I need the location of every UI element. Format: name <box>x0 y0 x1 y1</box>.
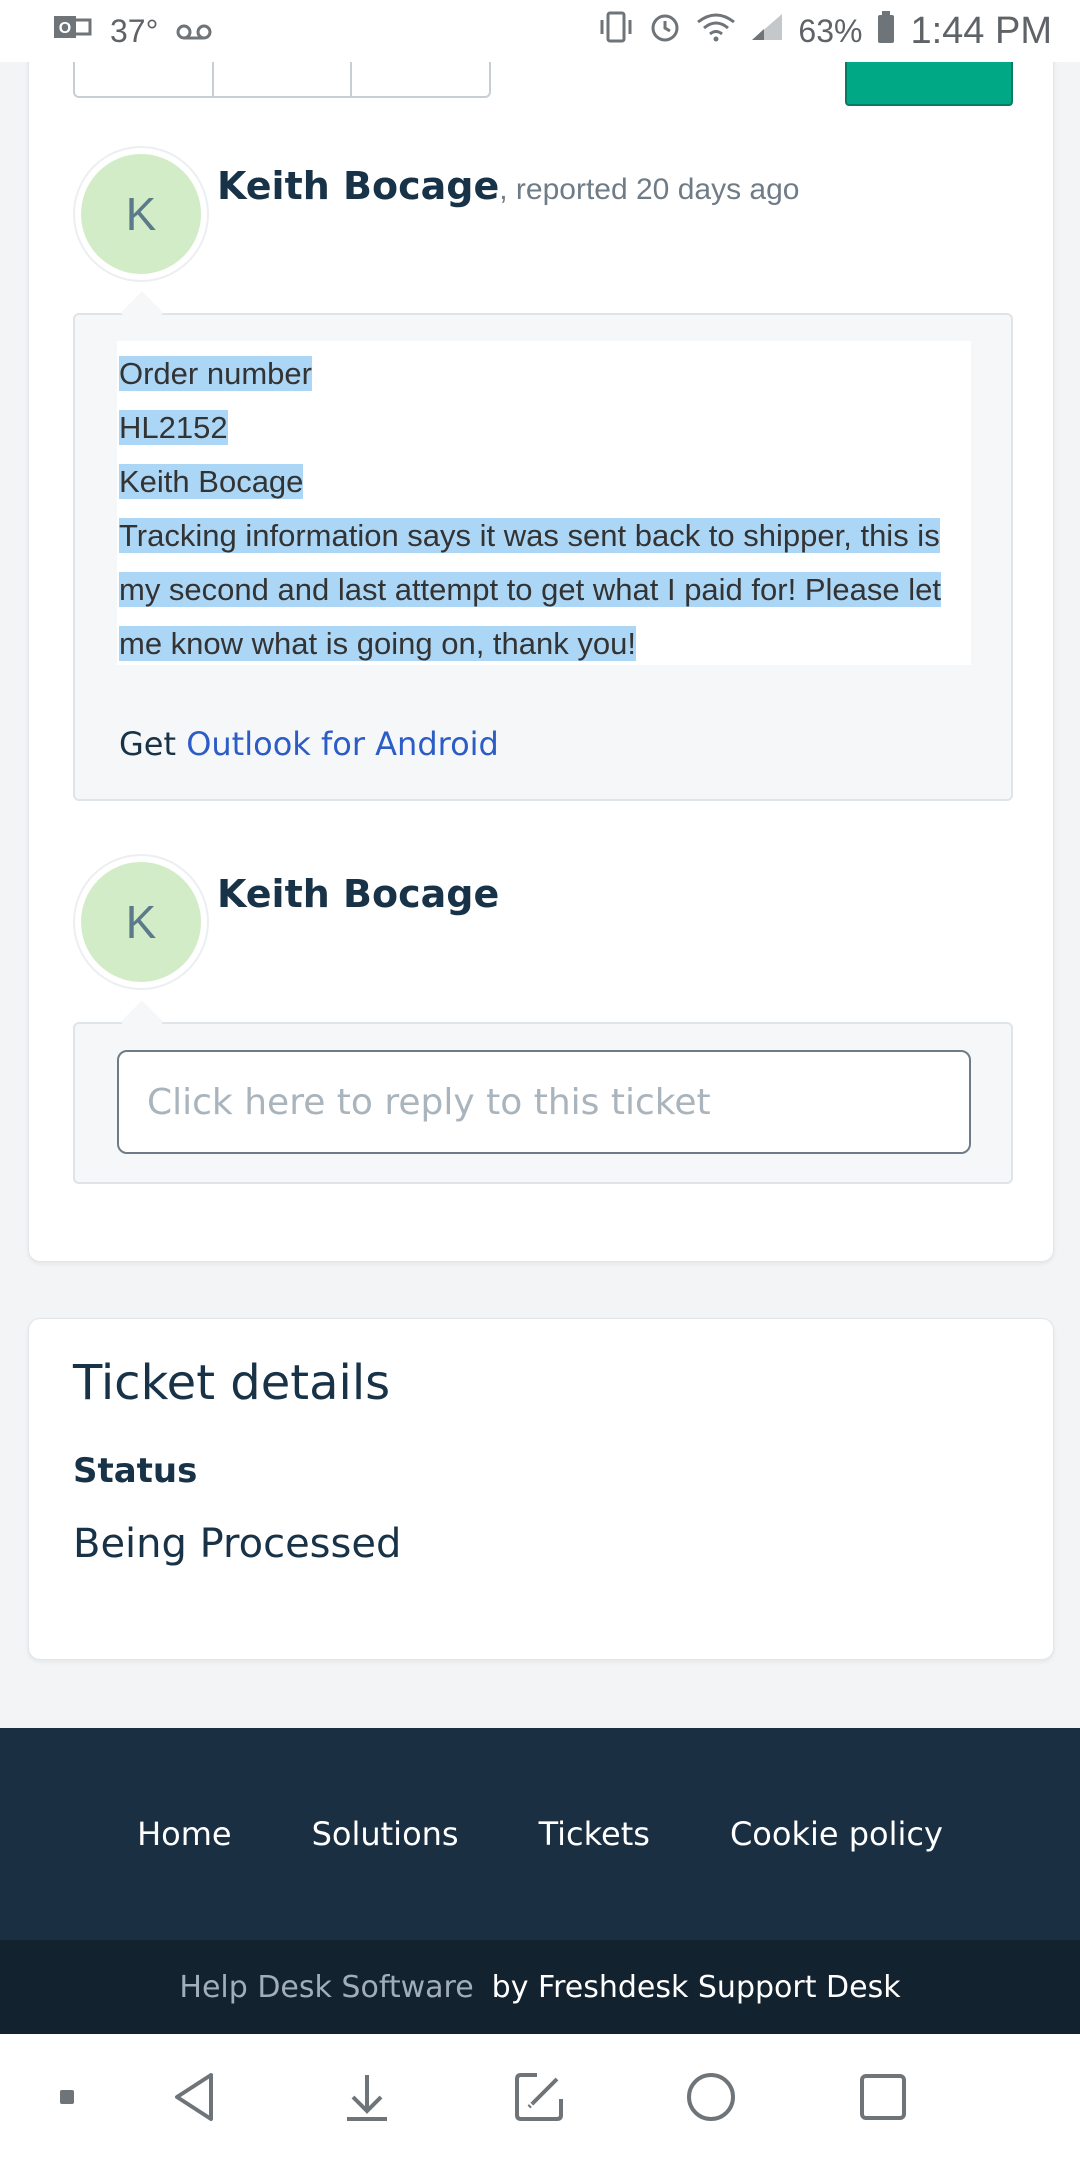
outlook-for-android-link[interactable]: Outlook for Android <box>186 725 499 763</box>
vibrate-icon <box>598 10 634 52</box>
help-desk-software-link[interactable]: Help Desk Software <box>179 1970 473 2005</box>
footer-link-home[interactable]: Home <box>137 1815 232 1853</box>
battery-icon <box>876 10 896 52</box>
reply-container <box>73 1000 1013 1184</box>
message-line: my second and last attempt to get what I… <box>119 572 941 607</box>
freshdesk-credit[interactable]: by Freshdesk Support Desk <box>492 1970 901 2005</box>
battery-percent: 63% <box>798 12 863 49</box>
reply-input[interactable] <box>117 1050 971 1154</box>
wifi-icon <box>696 12 736 50</box>
signal-icon <box>750 12 784 50</box>
reply-avatar: K <box>75 856 207 988</box>
reply-author-name: Keith Bocage <box>217 872 500 916</box>
message-body: Order number HL2152 Keith Bocage Trackin… <box>73 291 1013 801</box>
clock-time: 1:44 PM <box>910 9 1052 52</box>
message-line: me know what is going on, thank you! <box>119 626 636 661</box>
powered-by: Help Desk Software by Freshdesk Support … <box>0 1940 1080 2034</box>
status-value: Being Processed <box>73 1521 402 1567</box>
conversation-card: K Keith Bocage, reported 20 days ago Ord… <box>28 0 1054 1262</box>
dot-icon[interactable] <box>34 2064 100 2130</box>
status-bar: O 37° 63% 1:44 PM <box>0 0 1080 62</box>
svg-text:O: O <box>59 20 71 37</box>
outlook-notification-icon: O <box>52 12 92 50</box>
message-signature: Get Outlook for Android <box>119 725 499 763</box>
download-icon[interactable] <box>334 2064 400 2130</box>
voicemail-icon <box>176 13 212 50</box>
message-header: Keith Bocage, reported 20 days ago <box>217 164 799 208</box>
ticket-details-card: Ticket details Status Being Processed <box>28 1318 1054 1660</box>
author-name: Keith Bocage <box>217 164 500 208</box>
message-line: Keith Bocage <box>119 464 304 499</box>
message-line: Order number <box>119 356 312 391</box>
edit-icon[interactable] <box>506 2064 572 2130</box>
footer-link-cookie-policy[interactable]: Cookie policy <box>730 1815 943 1853</box>
ticket-details-title: Ticket details <box>73 1355 391 1411</box>
avatar-initial: K <box>125 188 157 240</box>
recents-icon[interactable] <box>850 2064 916 2130</box>
home-icon[interactable] <box>678 2064 744 2130</box>
message-content: Order number HL2152 Keith Bocage Trackin… <box>117 341 971 665</box>
system-nav-bar <box>0 2034 1080 2160</box>
message-line: Tracking information says it was sent ba… <box>119 518 940 553</box>
reply-pointer-cover <box>120 1000 164 1044</box>
alarm-icon <box>648 10 682 52</box>
status-label: Status <box>73 1451 198 1491</box>
signature-prefix: Get <box>119 725 187 763</box>
message-line: HL2152 <box>119 410 228 445</box>
reported-time: , reported 20 days ago <box>499 173 800 206</box>
message-pointer-cover <box>120 291 164 335</box>
footer-link-solutions[interactable]: Solutions <box>312 1815 459 1853</box>
back-icon[interactable] <box>162 2064 228 2130</box>
footer-link-tickets[interactable]: Tickets <box>539 1815 650 1853</box>
avatar: K <box>75 148 207 280</box>
footer-nav: Home Solutions Tickets Cookie policy <box>0 1728 1080 1940</box>
avatar-initial: K <box>125 896 157 948</box>
temperature: 37° <box>110 12 159 49</box>
